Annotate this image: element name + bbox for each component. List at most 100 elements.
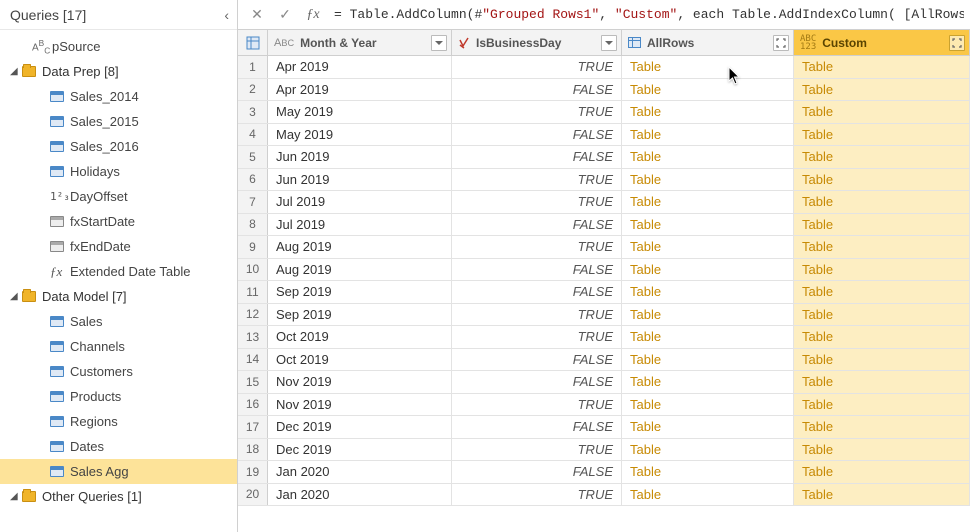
row-corner[interactable] bbox=[238, 30, 268, 55]
cell-isbusinessday[interactable]: FALSE bbox=[452, 461, 622, 483]
cell-isbusinessday[interactable]: FALSE bbox=[452, 79, 622, 101]
query-item[interactable]: Channels bbox=[0, 334, 237, 359]
row-number[interactable]: 3 bbox=[238, 101, 268, 123]
table-row[interactable]: 8Jul 2019FALSETableTable bbox=[238, 214, 970, 237]
fx-icon[interactable]: ƒx bbox=[300, 4, 326, 26]
cell-isbusinessday[interactable]: TRUE bbox=[452, 169, 622, 191]
cell-month-year[interactable]: Dec 2019 bbox=[268, 439, 452, 461]
cell-allrows[interactable]: Table bbox=[622, 461, 794, 483]
cell-allrows[interactable]: Table bbox=[622, 56, 794, 78]
cell-month-year[interactable]: Oct 2019 bbox=[268, 349, 452, 371]
cell-custom[interactable]: Table bbox=[794, 371, 970, 393]
cell-isbusinessday[interactable]: TRUE bbox=[452, 484, 622, 506]
table-row[interactable]: 7Jul 2019TRUETableTable bbox=[238, 191, 970, 214]
cell-custom[interactable]: Table bbox=[794, 484, 970, 506]
cell-isbusinessday[interactable]: FALSE bbox=[452, 259, 622, 281]
column-header-custom[interactable]: ABC123Custom bbox=[794, 30, 970, 55]
row-number[interactable]: 10 bbox=[238, 259, 268, 281]
row-number[interactable]: 13 bbox=[238, 326, 268, 348]
table-row[interactable]: 20Jan 2020TRUETableTable bbox=[238, 484, 970, 507]
cell-custom[interactable]: Table bbox=[794, 56, 970, 78]
query-item[interactable]: Customers bbox=[0, 359, 237, 384]
cell-custom[interactable]: Table bbox=[794, 281, 970, 303]
cell-custom[interactable]: Table bbox=[794, 169, 970, 191]
cell-month-year[interactable]: Nov 2019 bbox=[268, 371, 452, 393]
cell-allrows[interactable]: Table bbox=[622, 394, 794, 416]
table-row[interactable]: 19Jan 2020FALSETableTable bbox=[238, 461, 970, 484]
row-number[interactable]: 16 bbox=[238, 394, 268, 416]
cell-allrows[interactable]: Table bbox=[622, 259, 794, 281]
cell-isbusinessday[interactable]: TRUE bbox=[452, 439, 622, 461]
cell-custom[interactable]: Table bbox=[794, 326, 970, 348]
column-header-isbusinessday[interactable]: IsBusinessDay bbox=[452, 30, 622, 55]
table-row[interactable]: 6Jun 2019TRUETableTable bbox=[238, 169, 970, 192]
row-number[interactable]: 12 bbox=[238, 304, 268, 326]
row-number[interactable]: 20 bbox=[238, 484, 268, 506]
cell-custom[interactable]: Table bbox=[794, 349, 970, 371]
row-number[interactable]: 15 bbox=[238, 371, 268, 393]
query-item[interactable]: Sales_2016 bbox=[0, 134, 237, 159]
cell-month-year[interactable]: Jun 2019 bbox=[268, 169, 452, 191]
table-row[interactable]: 18Dec 2019TRUETableTable bbox=[238, 439, 970, 462]
cell-month-year[interactable]: Jan 2020 bbox=[268, 484, 452, 506]
table-row[interactable]: 16Nov 2019TRUETableTable bbox=[238, 394, 970, 417]
cell-isbusinessday[interactable]: TRUE bbox=[452, 191, 622, 213]
cell-allrows[interactable]: Table bbox=[622, 214, 794, 236]
group-other-queries[interactable]: ◢ Other Queries [1] bbox=[0, 484, 237, 509]
filter-dropdown-icon[interactable] bbox=[601, 35, 617, 51]
cell-custom[interactable]: Table bbox=[794, 101, 970, 123]
cell-custom[interactable]: Table bbox=[794, 416, 970, 438]
table-row[interactable]: 11Sep 2019FALSETableTable bbox=[238, 281, 970, 304]
cell-allrows[interactable]: Table bbox=[622, 236, 794, 258]
query-item[interactable]: Dates bbox=[0, 434, 237, 459]
cell-month-year[interactable]: Apr 2019 bbox=[268, 56, 452, 78]
table-row[interactable]: 4May 2019FALSETableTable bbox=[238, 124, 970, 147]
row-number[interactable]: 9 bbox=[238, 236, 268, 258]
row-number[interactable]: 5 bbox=[238, 146, 268, 168]
cell-isbusinessday[interactable]: TRUE bbox=[452, 304, 622, 326]
cell-month-year[interactable]: Nov 2019 bbox=[268, 394, 452, 416]
table-row[interactable]: 9Aug 2019TRUETableTable bbox=[238, 236, 970, 259]
cell-allrows[interactable]: Table bbox=[622, 326, 794, 348]
cell-isbusinessday[interactable]: TRUE bbox=[452, 56, 622, 78]
cell-custom[interactable]: Table bbox=[794, 439, 970, 461]
cell-isbusinessday[interactable]: FALSE bbox=[452, 281, 622, 303]
expand-icon[interactable] bbox=[773, 35, 789, 51]
cell-allrows[interactable]: Table bbox=[622, 304, 794, 326]
table-row[interactable]: 17Dec 2019FALSETableTable bbox=[238, 416, 970, 439]
group-data-prep[interactable]: ◢ Data Prep [8] bbox=[0, 59, 237, 84]
table-row[interactable]: 10Aug 2019FALSETableTable bbox=[238, 259, 970, 282]
query-item[interactable]: Products bbox=[0, 384, 237, 409]
row-number[interactable]: 14 bbox=[238, 349, 268, 371]
cell-isbusinessday[interactable]: FALSE bbox=[452, 349, 622, 371]
expand-icon[interactable] bbox=[949, 35, 965, 51]
cell-custom[interactable]: Table bbox=[794, 146, 970, 168]
row-number[interactable]: 17 bbox=[238, 416, 268, 438]
formula-input[interactable]: = Table.AddColumn(#"Grouped Rows1", "Cus… bbox=[328, 7, 964, 22]
query-item[interactable]: fxEndDate bbox=[0, 234, 237, 259]
cell-custom[interactable]: Table bbox=[794, 236, 970, 258]
cell-month-year[interactable]: Apr 2019 bbox=[268, 79, 452, 101]
cell-custom[interactable]: Table bbox=[794, 214, 970, 236]
column-header-month-&-year[interactable]: ABCMonth & Year bbox=[268, 30, 452, 55]
cell-month-year[interactable]: May 2019 bbox=[268, 101, 452, 123]
cell-isbusinessday[interactable]: FALSE bbox=[452, 124, 622, 146]
cell-month-year[interactable]: Oct 2019 bbox=[268, 326, 452, 348]
group-data-model[interactable]: ◢ Data Model [7] bbox=[0, 284, 237, 309]
row-number[interactable]: 1 bbox=[238, 56, 268, 78]
cell-isbusinessday[interactable]: FALSE bbox=[452, 371, 622, 393]
cell-allrows[interactable]: Table bbox=[622, 484, 794, 506]
column-header-allrows[interactable]: AllRows bbox=[622, 30, 794, 55]
table-row[interactable]: 15Nov 2019FALSETableTable bbox=[238, 371, 970, 394]
cell-allrows[interactable]: Table bbox=[622, 439, 794, 461]
cell-month-year[interactable]: Aug 2019 bbox=[268, 236, 452, 258]
cell-allrows[interactable]: Table bbox=[622, 124, 794, 146]
cell-isbusinessday[interactable]: TRUE bbox=[452, 101, 622, 123]
cell-isbusinessday[interactable]: TRUE bbox=[452, 394, 622, 416]
table-row[interactable]: 2Apr 2019FALSETableTable bbox=[238, 79, 970, 102]
row-number[interactable]: 19 bbox=[238, 461, 268, 483]
query-item[interactable]: Holidays bbox=[0, 159, 237, 184]
cell-custom[interactable]: Table bbox=[794, 259, 970, 281]
cell-custom[interactable]: Table bbox=[794, 191, 970, 213]
cell-custom[interactable]: Table bbox=[794, 461, 970, 483]
